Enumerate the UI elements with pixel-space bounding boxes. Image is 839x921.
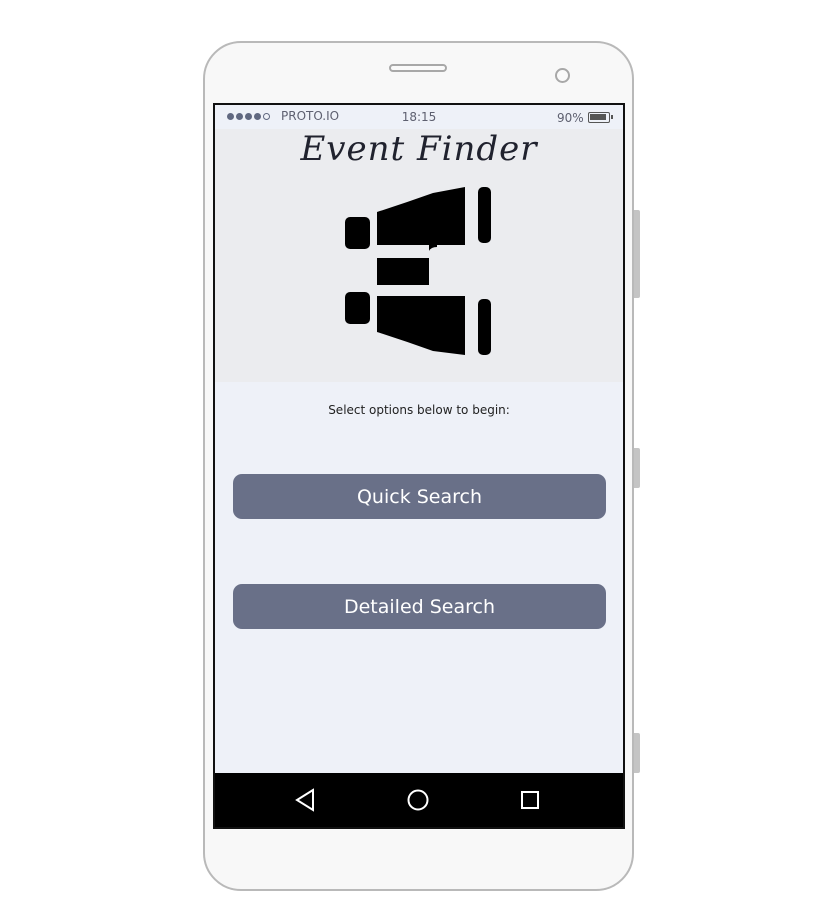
intro-text: Select options below to begin:	[328, 403, 510, 417]
speaker-grille	[389, 64, 447, 72]
status-bar: PROTO.IO 18:15 90%	[215, 105, 623, 129]
volume-down-side-button	[634, 733, 640, 773]
hero-section: Event Finder	[215, 129, 623, 382]
app-title: Event Finder	[300, 129, 538, 169]
quick-search-button[interactable]: Quick Search	[233, 474, 606, 519]
binoculars-icon	[345, 187, 491, 355]
detailed-search-button[interactable]: Detailed Search	[233, 584, 606, 629]
battery-percentage: 90%	[557, 111, 584, 125]
back-triangle-icon[interactable]	[291, 786, 319, 814]
android-nav-bar	[215, 773, 623, 827]
home-circle-icon[interactable]	[404, 786, 432, 814]
volume-up-side-button	[634, 210, 640, 298]
power-side-button	[634, 448, 640, 488]
battery-icon	[588, 112, 613, 123]
recents-square-icon[interactable]	[516, 786, 544, 814]
phone-screen: PROTO.IO 18:15 90% Event Finder Select o…	[213, 103, 625, 829]
front-camera	[555, 68, 570, 83]
